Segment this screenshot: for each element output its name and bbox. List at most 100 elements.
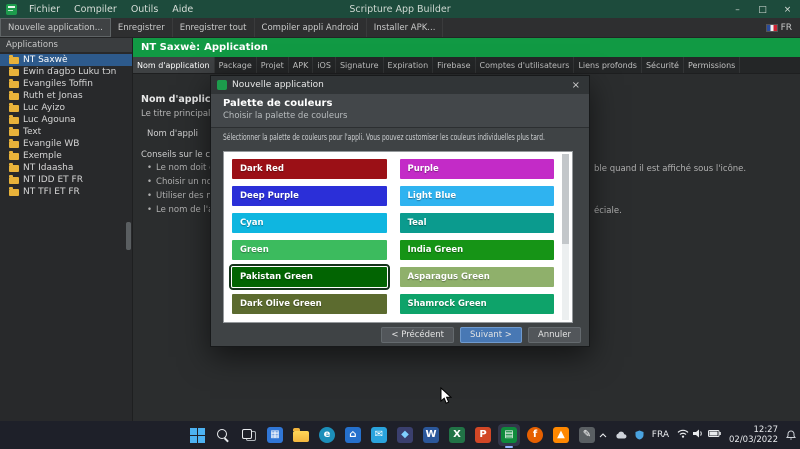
onedrive-cloud-icon[interactable]: [615, 431, 627, 439]
taskbar-mail[interactable]: ✉: [368, 424, 390, 446]
palette-scrollbar[interactable]: [562, 154, 569, 320]
tab-permissions[interactable]: Permissions: [684, 57, 740, 73]
taskbar-excel[interactable]: X: [446, 424, 468, 446]
taskbar-scripture-app-builder[interactable]: ▤: [498, 424, 520, 446]
menu-aide[interactable]: Aide: [165, 2, 200, 17]
toolbar-buttons: Nouvelle application...EnregistrerEnregi…: [0, 18, 443, 37]
desktop: FichierCompilerOutilsAide Scripture App …: [0, 0, 800, 449]
taskbar-search[interactable]: [212, 424, 234, 446]
sidebar-item-luc-agouna[interactable]: Luc Agouna: [0, 114, 132, 126]
tab-comptes-d-utilisateurs[interactable]: Comptes d'utilisateurs: [476, 57, 575, 73]
cancel-button[interactable]: Annuler: [528, 327, 581, 343]
tab-nom-d-application[interactable]: Nom d'application: [133, 57, 215, 73]
toolbar-button-enregistrer-tout[interactable]: Enregistrer tout: [173, 18, 255, 37]
taskbar-edge[interactable]: e: [316, 424, 338, 446]
palette-swatch-purple[interactable]: Purple: [400, 159, 555, 179]
sidebar-item-nt-saxwe[interactable]: NT Saxwè: [0, 54, 132, 66]
sidebar-item-ruth-et-jonas[interactable]: Ruth et Jonas: [0, 90, 132, 102]
folder-icon: [9, 189, 19, 196]
bullet-icon: •: [147, 191, 152, 201]
bullet-icon: •: [147, 177, 152, 187]
palette-swatch-teal[interactable]: Teal: [400, 213, 555, 233]
palette-swatch-dark-red[interactable]: Dark Red: [232, 159, 387, 179]
palette-swatch-pakistan-green[interactable]: Pakistan Green: [232, 267, 387, 287]
palette-grid: Dark Red Purple Deep Purple Light Blue Cyan T…: [232, 159, 554, 314]
tab-package[interactable]: Package: [215, 57, 257, 73]
taskbar-widgets[interactable]: ▦: [264, 424, 286, 446]
taskbar-file-explorer[interactable]: [290, 424, 312, 446]
palette-swatch-light-blue[interactable]: Light Blue: [400, 186, 555, 206]
palette-swatch-dark-olive-green[interactable]: Dark Olive Green: [232, 294, 387, 314]
palette-swatch-asparagus-green[interactable]: Asparagus Green: [400, 267, 555, 287]
clock[interactable]: 12:27 02/03/2022: [729, 425, 778, 445]
folder-icon: [9, 81, 19, 88]
taskbar-powerpoint[interactable]: P: [472, 424, 494, 446]
palette-swatch-india-green[interactable]: India Green: [400, 240, 555, 260]
palette-swatch-deep-purple[interactable]: Deep Purple: [232, 186, 387, 206]
app-header: NT Saxwè: Application: [133, 38, 800, 57]
tray-chevron-icon[interactable]: [599, 433, 607, 438]
network-volume-battery[interactable]: [677, 429, 721, 441]
close-icon[interactable]: ×: [775, 3, 800, 15]
sidebar-item-nt-idd-et-fr[interactable]: NT IDD ET FR: [0, 174, 132, 186]
palette-scrollbar-thumb[interactable]: [562, 154, 569, 244]
previous-button[interactable]: < Précédent: [381, 327, 454, 343]
taskbar-word[interactable]: W: [420, 424, 442, 446]
tab-apk[interactable]: APK: [289, 57, 314, 73]
maximize-icon[interactable]: □: [750, 3, 775, 15]
palette-swatch-green[interactable]: Green: [232, 240, 387, 260]
toolbar-button-enregistrer[interactable]: Enregistrer: [111, 18, 173, 37]
toolbar-button-compiler-appli-android[interactable]: Compiler appli Android: [255, 18, 367, 37]
sidebar-item-evangile-wb[interactable]: Evangile WB: [0, 138, 132, 150]
tray-time: 12:27: [729, 425, 778, 435]
tab-signature[interactable]: Signature: [336, 57, 384, 73]
folder-icon: [9, 141, 19, 148]
sidebar-item-nt-tfi-et-fr[interactable]: NT TFI ET FR: [0, 186, 132, 198]
tab-firebase[interactable]: Firebase: [433, 57, 475, 73]
start-icon: [190, 428, 205, 443]
palette-swatch-label: Shamrock Green: [408, 299, 487, 309]
sidebar-scrollbar[interactable]: [126, 222, 131, 250]
folder-icon: [9, 57, 19, 64]
taskbar-task-view[interactable]: [238, 424, 260, 446]
palette-swatch-label: India Green: [408, 245, 464, 255]
taskbar-start[interactable]: [186, 424, 208, 446]
sidebar-item-nt-idaasha[interactable]: NT Idaasha: [0, 162, 132, 174]
palette-swatch-label: Light Blue: [408, 191, 457, 201]
tab-expiration[interactable]: Expiration: [384, 57, 434, 73]
sidebar-item-luc-ayizo[interactable]: Luc Ayizo: [0, 102, 132, 114]
tray-date: 02/03/2022: [729, 435, 778, 445]
tab-liens-profonds[interactable]: Liens profonds: [574, 57, 642, 73]
taskbar-editor[interactable]: ✎: [576, 424, 598, 446]
next-button[interactable]: Suivant >: [460, 327, 522, 343]
language-indicator[interactable]: FR: [758, 18, 800, 37]
taskbar-store[interactable]: ⌂: [342, 424, 364, 446]
toolbar-button-installer-apk[interactable]: Installer APK...: [367, 18, 444, 37]
taskbar-firefox[interactable]: f: [524, 424, 546, 446]
flag-icon: [766, 24, 778, 32]
taskbar-apps: ▦ e⌂ ✉ ◆WXP▤f▲✎: [186, 424, 598, 446]
tab-securite[interactable]: Sécurité: [642, 57, 684, 73]
toolbar-button-nouvelle-application[interactable]: Nouvelle application...: [0, 18, 111, 37]
taskbar-photos[interactable]: ◆: [394, 424, 416, 446]
menu-fichier[interactable]: Fichier: [22, 2, 67, 17]
menu-compiler[interactable]: Compiler: [67, 2, 124, 17]
palette-swatch-label: Asparagus Green: [408, 272, 490, 282]
tab-projet[interactable]: Projet: [257, 57, 289, 73]
sidebar-item-text[interactable]: Text: [0, 126, 132, 138]
dialog-close-icon[interactable]: ×: [569, 80, 583, 91]
sidebar-item-exemple[interactable]: Exemple: [0, 150, 132, 162]
keyboard-language[interactable]: FRA: [652, 430, 669, 440]
security-shield-icon[interactable]: [635, 430, 644, 440]
sidebar-item-ewin-agb-luku-t-n[interactable]: Ewin ɗagbɔ Luku tɔn: [0, 66, 132, 78]
palette-swatch-shamrock-green[interactable]: Shamrock Green: [400, 294, 555, 314]
menu-outils[interactable]: Outils: [124, 2, 165, 17]
notification-bell-icon[interactable]: [786, 430, 796, 440]
minimize-icon[interactable]: –: [725, 3, 750, 15]
palette-swatch-cyan[interactable]: Cyan: [232, 213, 387, 233]
tab-ios[interactable]: iOS: [313, 57, 336, 73]
taskbar-media-player[interactable]: ▲: [550, 424, 572, 446]
sidebar-item-evangiles-toffin[interactable]: Evangiles Toffin: [0, 78, 132, 90]
mail-icon: ✉: [371, 427, 387, 443]
sidebar-tree: NT SaxwèEwin ɗagbɔ Luku tɔnEvangiles Tof…: [0, 52, 132, 198]
